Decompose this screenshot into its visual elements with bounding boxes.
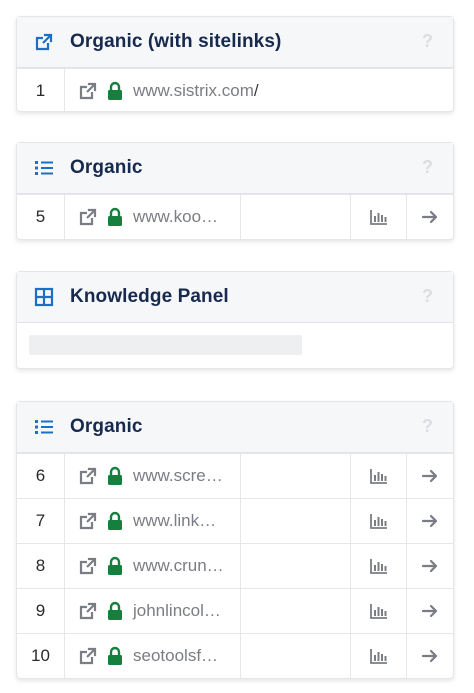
result-row: 7 www.link… bbox=[17, 498, 453, 543]
url-cell: seotoolsf… bbox=[64, 634, 240, 678]
empty-cell bbox=[240, 589, 350, 633]
card-title: Organic (with sitelinks) bbox=[70, 31, 282, 52]
loading-placeholder bbox=[29, 335, 302, 355]
chart-button[interactable] bbox=[350, 195, 406, 239]
result-domain[interactable]: www.link… bbox=[133, 511, 216, 531]
rank-number: 6 bbox=[35, 466, 46, 485]
rank-number: 8 bbox=[35, 556, 46, 575]
bar-chart-icon[interactable] bbox=[369, 511, 389, 531]
card-header: Organic ? bbox=[17, 402, 453, 453]
details-arrow-button[interactable] bbox=[406, 499, 453, 543]
rank-number: 9 bbox=[35, 601, 46, 620]
result-domain[interactable]: www.koo… bbox=[133, 207, 218, 227]
external-link-icon[interactable] bbox=[78, 207, 98, 227]
external-link-icon[interactable] bbox=[78, 646, 98, 666]
serp-card-organic-sitelinks: Organic (with sitelinks) ? 1 www.sistrix… bbox=[16, 16, 454, 113]
result-domain[interactable]: www.sistrix.com bbox=[133, 81, 254, 101]
external-link-icon[interactable] bbox=[78, 466, 98, 486]
grid-icon bbox=[34, 287, 54, 307]
lock-icon bbox=[106, 646, 124, 666]
arrow-right-icon[interactable] bbox=[420, 207, 440, 227]
rank-number: 5 bbox=[35, 207, 46, 226]
empty-cell bbox=[240, 195, 350, 239]
url-cell: www.scre… bbox=[64, 454, 240, 498]
bar-chart-icon[interactable] bbox=[369, 646, 389, 666]
help-icon[interactable]: ? bbox=[422, 31, 433, 52]
chart-button[interactable] bbox=[350, 544, 406, 588]
result-row: 8 www.crun… bbox=[17, 543, 453, 588]
bar-chart-icon[interactable] bbox=[369, 207, 389, 227]
list-icon bbox=[34, 158, 54, 178]
details-arrow-button[interactable] bbox=[406, 195, 453, 239]
serp-card-knowledge-panel: Knowledge Panel ? bbox=[16, 271, 454, 369]
external-link-icon[interactable] bbox=[78, 601, 98, 621]
card-title: Organic bbox=[70, 157, 143, 178]
bar-chart-icon[interactable] bbox=[369, 556, 389, 576]
details-arrow-button[interactable] bbox=[406, 544, 453, 588]
card-title: Knowledge Panel bbox=[70, 286, 229, 307]
url-cell: www.link… bbox=[64, 499, 240, 543]
card-header: Organic ? bbox=[17, 143, 453, 194]
external-link-icon[interactable] bbox=[78, 556, 98, 576]
result-domain[interactable]: seotoolsf… bbox=[133, 646, 218, 666]
bar-chart-icon[interactable] bbox=[369, 601, 389, 621]
arrow-right-icon[interactable] bbox=[420, 511, 440, 531]
lock-icon bbox=[106, 556, 124, 576]
card-header: Organic (with sitelinks) ? bbox=[17, 17, 453, 68]
lock-icon bbox=[106, 466, 124, 486]
empty-cell bbox=[240, 544, 350, 588]
result-domain[interactable]: www.scre… bbox=[133, 466, 223, 486]
chart-button[interactable] bbox=[350, 589, 406, 633]
serp-card-organic: Organic ? 6 www.scre… 7 www.link… 8 www.… bbox=[16, 401, 454, 679]
result-row: 6 www.scre… bbox=[17, 453, 453, 498]
empty-cell bbox=[240, 499, 350, 543]
rank-number: 7 bbox=[35, 511, 46, 530]
rank-number: 1 bbox=[35, 81, 46, 100]
url-cell: www.crun… bbox=[64, 544, 240, 588]
url-path: / bbox=[253, 81, 259, 100]
details-arrow-button[interactable] bbox=[406, 589, 453, 633]
card-body bbox=[17, 323, 453, 367]
help-icon[interactable]: ? bbox=[422, 157, 433, 178]
lock-icon bbox=[106, 601, 124, 621]
serp-card-organic: Organic ? 5 www.koo… bbox=[16, 142, 454, 240]
url-cell: www.sistrix.com / bbox=[64, 69, 453, 113]
url-cell: johnlincol… bbox=[64, 589, 240, 633]
result-row: 10 seotoolsf… bbox=[17, 633, 453, 678]
chart-button[interactable] bbox=[350, 454, 406, 498]
external-link-icon[interactable] bbox=[78, 511, 98, 531]
arrow-right-icon[interactable] bbox=[420, 556, 440, 576]
arrow-right-icon[interactable] bbox=[420, 601, 440, 621]
help-icon[interactable]: ? bbox=[422, 286, 433, 307]
result-row: 5 www.koo… bbox=[17, 194, 453, 239]
rank-number: 10 bbox=[31, 646, 50, 665]
card-header: Knowledge Panel ? bbox=[17, 272, 453, 323]
details-arrow-button[interactable] bbox=[406, 454, 453, 498]
url-cell: www.koo… bbox=[64, 195, 240, 239]
arrow-right-icon[interactable] bbox=[420, 646, 440, 666]
empty-cell bbox=[240, 454, 350, 498]
bar-chart-icon[interactable] bbox=[369, 466, 389, 486]
result-domain[interactable]: www.crun… bbox=[133, 556, 224, 576]
lock-icon bbox=[106, 81, 124, 101]
external-link-icon[interactable] bbox=[78, 81, 98, 101]
list-icon bbox=[34, 417, 54, 437]
chart-button[interactable] bbox=[350, 634, 406, 678]
lock-icon bbox=[106, 207, 124, 227]
external-link-icon bbox=[34, 32, 54, 52]
result-domain[interactable]: johnlincol… bbox=[133, 601, 221, 621]
result-row: 1 www.sistrix.com / bbox=[17, 68, 453, 113]
card-title: Organic bbox=[70, 416, 143, 437]
empty-cell bbox=[240, 634, 350, 678]
result-row: 9 johnlincol… bbox=[17, 588, 453, 633]
lock-icon bbox=[106, 511, 124, 531]
help-icon[interactable]: ? bbox=[422, 416, 433, 437]
chart-button[interactable] bbox=[350, 499, 406, 543]
details-arrow-button[interactable] bbox=[406, 634, 453, 678]
arrow-right-icon[interactable] bbox=[420, 466, 440, 486]
